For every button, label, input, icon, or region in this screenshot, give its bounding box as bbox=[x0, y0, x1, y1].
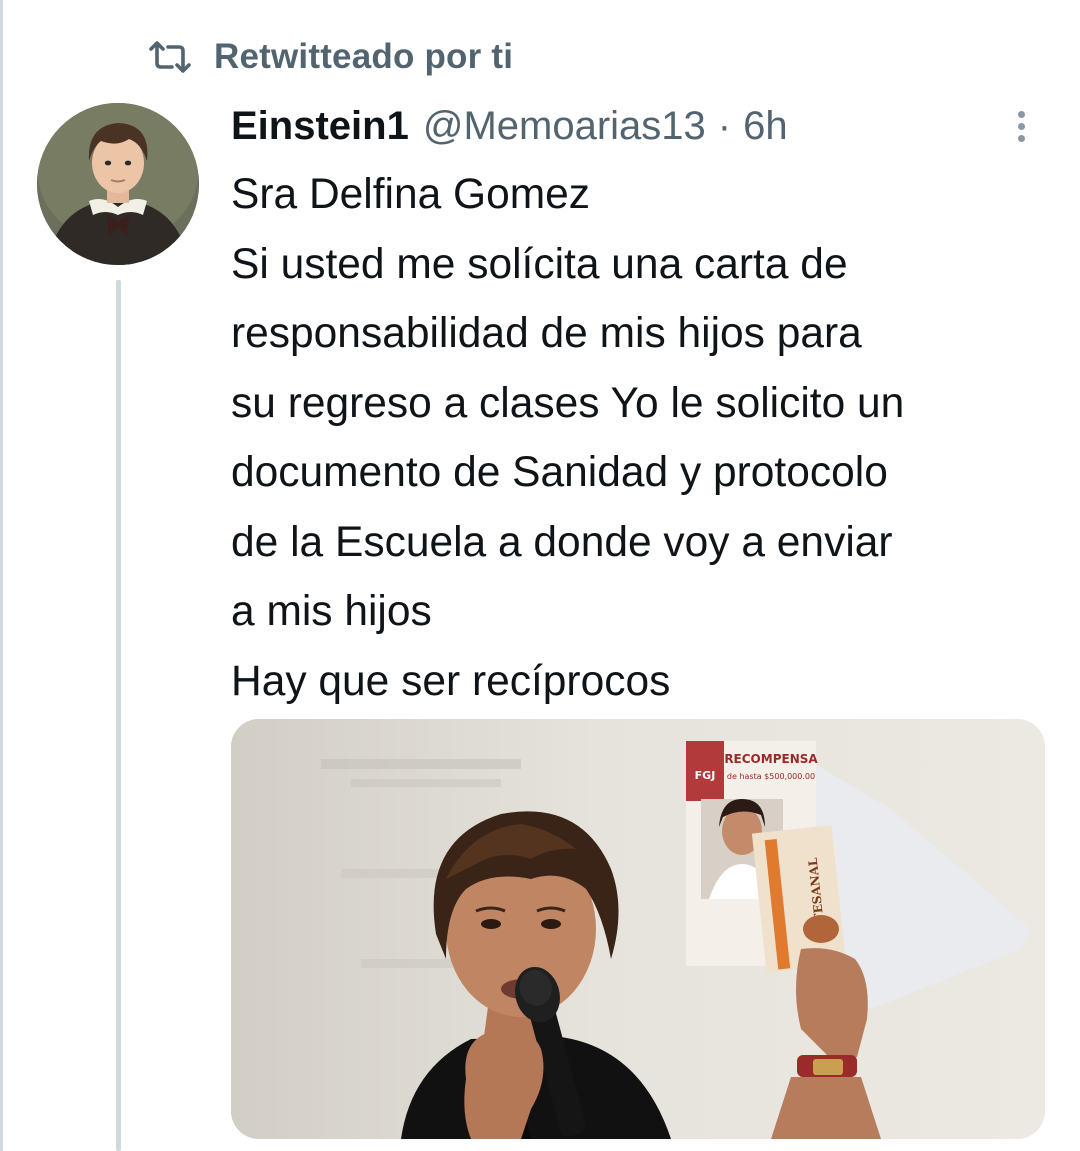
poster-badge: FGJ bbox=[695, 769, 716, 782]
tweet-text-line: a mis hijos bbox=[231, 588, 432, 635]
retweet-icon bbox=[148, 40, 192, 74]
tweet-text-line: de la Escuela a donde voy a enviar bbox=[231, 518, 893, 566]
tweet-text: Sra Delfina Gomez Si usted me solícita u… bbox=[231, 160, 1051, 716]
timeline-left-border bbox=[0, 0, 3, 1151]
tweet-text-line: su regreso a clases Yo le solicito un bbox=[231, 379, 905, 427]
tweet-text-line: Si usted me solícita una carta de bbox=[231, 240, 848, 288]
poster-title: RECOMPENSA bbox=[724, 752, 818, 766]
more-options-icon[interactable] bbox=[1005, 104, 1037, 148]
avatar[interactable] bbox=[37, 103, 199, 265]
retweet-context[interactable]: Retwitteado por ti bbox=[148, 34, 513, 80]
retweet-label: Retwitteado por ti bbox=[214, 37, 514, 76]
tweet-text-line: responsabilidad de mis hijos para bbox=[231, 310, 862, 357]
tweet-text-line: Hay que ser recíprocos bbox=[231, 657, 671, 705]
tweet-header: Einstein1 @Memoarias13 · 6h bbox=[231, 96, 788, 156]
author-handle[interactable]: @Memoarias13 bbox=[423, 104, 706, 149]
tweet-media-photo[interactable]: FGJ RECOMPENSA de hasta $500,000.00 ARTE… bbox=[231, 719, 1045, 1139]
tweet-text-line: Sra Delfina Gomez bbox=[231, 171, 591, 218]
poster-subtitle: de hasta $500,000.00 bbox=[727, 772, 815, 781]
tweet-text-line: documento de Sanidad y protocolo bbox=[231, 449, 888, 496]
tweet-timestamp[interactable]: 6h bbox=[743, 104, 788, 149]
author-display-name[interactable]: Einstein1 bbox=[231, 104, 409, 149]
separator-dot: · bbox=[717, 103, 732, 148]
thread-connector-line bbox=[116, 280, 121, 1151]
